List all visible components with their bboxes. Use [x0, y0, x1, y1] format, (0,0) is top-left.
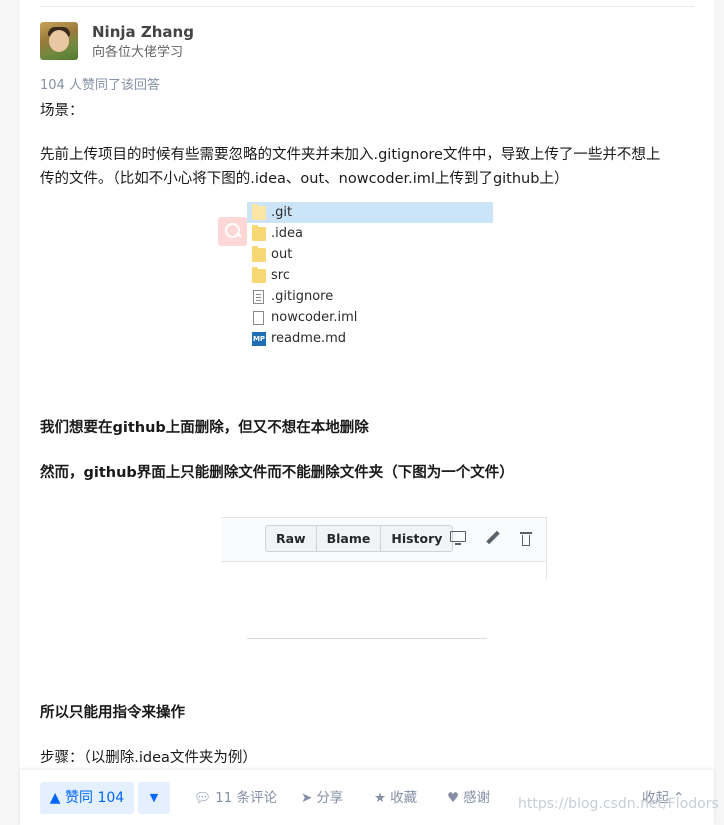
- history-button: History: [391, 531, 443, 546]
- comment-icon: 💬︎: [194, 790, 212, 806]
- github-toolbar-image: Raw Blame History: [221, 517, 547, 579]
- github-button-group: Raw Blame History: [265, 525, 454, 552]
- answer-action-bar: ▲ 赞同 104 ▼ 💬︎ 11 条评论 ➤ 分享 ★ 收藏 ♥ 感谢 收起 ⌃ http…: [20, 770, 719, 825]
- author-name[interactable]: Ninja Zhang: [92, 22, 194, 42]
- folder-icon: [252, 245, 266, 262]
- vote-count-text[interactable]: 104 人赞同了该回答: [40, 74, 160, 93]
- paragraph-desc-2: 传的文件。（比如不小心将下图的.idea、out、nowcoder.iml上传到…: [40, 171, 569, 187]
- author-header: Ninja Zhang 向各位大佬学习: [40, 22, 194, 63]
- thanks-label: 感谢: [463, 790, 491, 806]
- folder-icon: [252, 203, 266, 220]
- paragraph-desc-1: 先前上传项目的时候有些需要忽略的文件夹并未加入.gitignore文件中，导致上…: [40, 147, 661, 163]
- blame-button: Blame: [317, 526, 382, 551]
- share-button[interactable]: ➤ 分享: [301, 782, 343, 814]
- file-row: out: [247, 244, 493, 265]
- folder-icon: [252, 266, 266, 283]
- upvote-button[interactable]: ▲ 赞同 104: [40, 782, 134, 814]
- image-search-icon[interactable]: [218, 217, 247, 246]
- folder-icon: [252, 224, 266, 241]
- markdown-icon: MP: [252, 331, 266, 346]
- share-label: 分享: [316, 790, 344, 806]
- file-row: .idea: [247, 223, 493, 244]
- thanks-button[interactable]: ♥ 感谢: [447, 782, 490, 814]
- text-file-icon: [253, 289, 264, 304]
- answer-card: Ninja Zhang 向各位大佬学习 104 人赞同了该回答 场景： 先前上传…: [20, 0, 714, 825]
- file-row: MP readme.md: [247, 328, 493, 349]
- favorite-button[interactable]: ★ 收藏: [374, 782, 417, 814]
- comment-button[interactable]: 💬︎ 11 条评论: [194, 782, 277, 814]
- paragraph-steps: 步骤：（以删除.idea文件夹为例）: [40, 750, 257, 766]
- monitor-icon: [450, 531, 466, 547]
- trash-icon: [519, 531, 535, 547]
- file-list-image: .git .idea out src .gitignore nowcoder.i…: [218, 202, 518, 352]
- paragraph-so: 所以只能用指令来操作: [40, 705, 185, 721]
- file-row: nowcoder.iml: [247, 307, 493, 328]
- paragraph-however: 然而，github界面上只能删除文件而不能删除文件夹（下图为一个文件）: [40, 465, 514, 481]
- heart-icon: ♥: [447, 790, 460, 806]
- share-icon: ➤: [301, 790, 313, 806]
- image-caption-divider: [247, 638, 487, 639]
- paragraph-scene: 场景：: [40, 103, 84, 119]
- file-row: .git: [247, 202, 493, 223]
- paragraph-want: 我们想要在github上面删除，但又不想在本地删除: [40, 420, 369, 436]
- comment-label: 11 条评论: [215, 790, 278, 806]
- file-icon: [253, 310, 264, 325]
- file-name: readme.md: [271, 330, 346, 346]
- file-row: src: [247, 265, 493, 286]
- watermark: https://blog.csdn.net/Flodors: [518, 796, 719, 812]
- author-bio: 向各位大佬学习: [92, 45, 184, 60]
- file-row: .gitignore: [247, 286, 493, 307]
- pencil-icon: [485, 530, 501, 547]
- avatar[interactable]: [40, 22, 78, 60]
- downvote-button[interactable]: ▼: [138, 782, 170, 814]
- raw-button: Raw: [266, 526, 317, 551]
- top-divider: [40, 6, 694, 7]
- star-icon: ★: [374, 790, 387, 806]
- favorite-label: 收藏: [390, 790, 418, 806]
